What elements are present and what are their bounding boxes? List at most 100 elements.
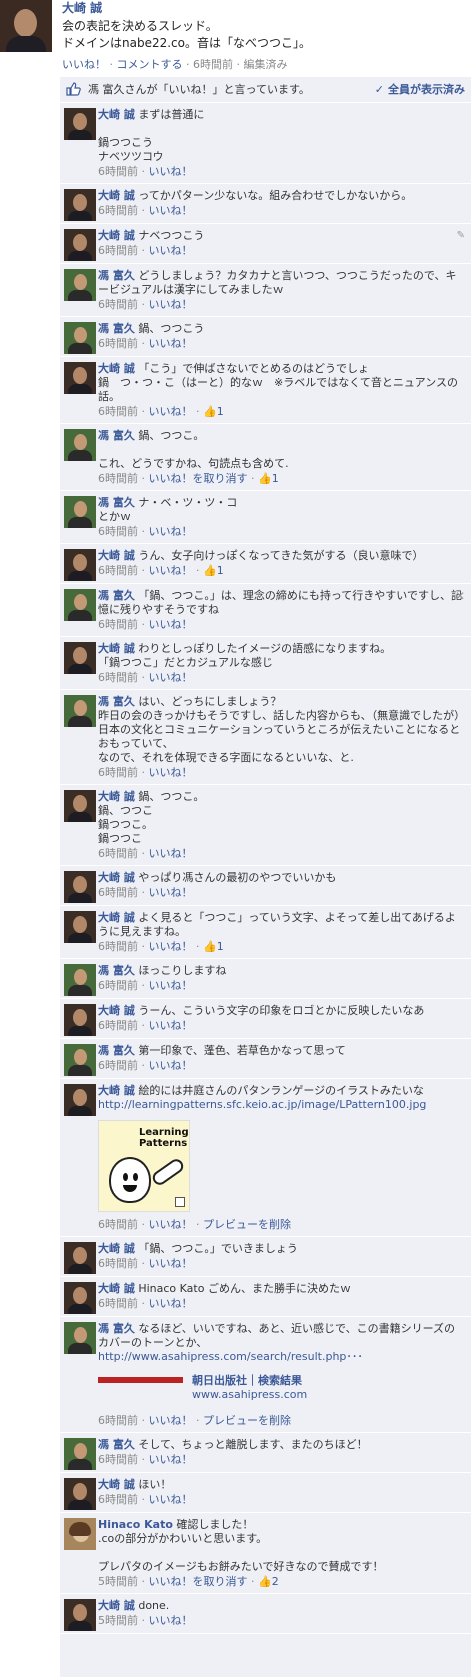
commenter-avatar[interactable] <box>64 549 96 581</box>
commenter-name[interactable]: 大崎 誠 <box>98 642 135 655</box>
post-time[interactable]: 6時間前 <box>193 58 233 71</box>
commenter-avatar[interactable] <box>64 322 96 354</box>
comment-url[interactable]: http://learningpatterns.sfc.keio.ac.jp/i… <box>98 1098 465 1112</box>
like-link[interactable]: いいね！ <box>149 1059 193 1072</box>
commenter-avatar[interactable] <box>64 1478 96 1510</box>
commenter-avatar[interactable] <box>64 362 96 394</box>
comment-time[interactable]: 5時間前 <box>98 1614 138 1627</box>
comment-time[interactable]: 6時間前 <box>98 472 138 485</box>
commenter-avatar[interactable] <box>64 1282 96 1314</box>
commenter-avatar[interactable] <box>64 1004 96 1036</box>
preview-domain[interactable]: www.asahipress.com <box>192 1388 307 1402</box>
post-like-link[interactable]: いいね！ <box>62 58 106 71</box>
like-link[interactable]: いいね！ <box>149 1453 193 1466</box>
comment-time[interactable]: 6時間前 <box>98 1019 138 1032</box>
seen-by-everyone[interactable]: ✓ 全員が表示済み <box>375 83 465 97</box>
commenter-name[interactable]: 大崎 誠 <box>98 790 135 803</box>
like-count[interactable]: 👍1 <box>203 564 224 577</box>
commenter-avatar[interactable] <box>64 1084 96 1116</box>
commenter-avatar[interactable] <box>64 790 96 822</box>
likes-text[interactable]: 馮 富久さんが「いいね！」と言っています。 <box>88 83 310 96</box>
comment-time[interactable]: 6時間前 <box>98 204 138 217</box>
link-preview-image[interactable]: Learning Patterns <box>98 1120 190 1212</box>
commenter-avatar[interactable] <box>64 642 96 674</box>
comment-time[interactable]: 6時間前 <box>98 618 138 631</box>
commenter-avatar[interactable] <box>64 1518 96 1550</box>
commenter-name[interactable]: 大崎 誠 <box>98 1282 135 1295</box>
commenter-name[interactable]: 馮 富久 <box>98 964 135 977</box>
comment-time[interactable]: 6時間前 <box>98 940 138 953</box>
commenter-name[interactable]: 大崎 誠 <box>98 871 135 884</box>
commenter-name[interactable]: 馮 富久 <box>98 589 135 602</box>
comment-time[interactable]: 6時間前 <box>98 1218 138 1231</box>
comment-time[interactable]: 6時間前 <box>98 298 138 311</box>
link-preview[interactable]: 朝日出版社｜検索結果 www.asahipress.com <box>98 1374 465 1404</box>
commenter-name[interactable]: 馮 富久 <box>98 269 135 282</box>
comment-time[interactable]: 6時間前 <box>98 979 138 992</box>
unlike-link[interactable]: いいね！を取り消す <box>149 1575 248 1588</box>
like-link[interactable]: いいね！ <box>149 165 193 178</box>
like-link[interactable]: いいね！ <box>149 298 193 311</box>
comment-time[interactable]: 6時間前 <box>98 564 138 577</box>
commenter-avatar[interactable] <box>64 1044 96 1076</box>
post-author-name[interactable]: 大崎 誠 <box>62 1 102 15</box>
preview-title[interactable]: 朝日出版社｜検索結果 <box>192 1374 302 1388</box>
like-link[interactable]: いいね！ <box>149 847 193 860</box>
post-edited[interactable]: 編集済み <box>244 58 288 71</box>
post-comment-link[interactable]: コメントする <box>117 58 183 71</box>
comment-time[interactable]: 6時間前 <box>98 1257 138 1270</box>
commenter-name[interactable]: 大崎 誠 <box>98 189 135 202</box>
commenter-name[interactable]: 馮 富久 <box>98 322 135 335</box>
remove-preview-link[interactable]: プレビューを削除 <box>203 1218 291 1231</box>
commenter-name[interactable]: 馮 富久 <box>98 695 135 708</box>
like-link[interactable]: いいね！ <box>149 525 193 538</box>
comment-time[interactable]: 6時間前 <box>98 165 138 178</box>
commenter-name[interactable]: 大崎 誠 <box>98 229 135 242</box>
commenter-avatar[interactable] <box>64 189 96 221</box>
like-count[interactable]: 👍1 <box>203 940 224 953</box>
commenter-avatar[interactable] <box>64 871 96 903</box>
commenter-avatar[interactable] <box>64 1599 96 1631</box>
author-avatar[interactable] <box>0 0 52 52</box>
commenter-name[interactable]: 馮 富久 <box>98 1322 135 1335</box>
close-icon[interactable]: ✕ <box>455 589 465 603</box>
commenter-name[interactable]: 馮 富久 <box>98 429 135 442</box>
commenter-avatar[interactable] <box>64 429 96 461</box>
commenter-name[interactable]: 馮 富久 <box>98 1438 135 1451</box>
comment-url[interactable]: http://www.asahipress.com/search/result.… <box>98 1350 465 1364</box>
comment-time[interactable]: 6時間前 <box>98 337 138 350</box>
commenter-name[interactable]: 大崎 誠 <box>98 911 135 924</box>
like-link[interactable]: いいね！ <box>149 671 193 684</box>
commenter-avatar[interactable] <box>64 911 96 943</box>
commenter-avatar[interactable] <box>64 496 96 528</box>
comment-time[interactable]: 6時間前 <box>98 1414 138 1427</box>
comment-time[interactable]: 6時間前 <box>98 525 138 538</box>
commenter-name[interactable]: 大崎 誠 <box>98 1599 135 1612</box>
commenter-name[interactable]: 大崎 誠 <box>98 1084 135 1097</box>
like-link[interactable]: いいね！ <box>149 1257 193 1270</box>
like-link[interactable]: いいね！ <box>149 940 193 953</box>
commenter-name[interactable]: 大崎 誠 <box>98 549 135 562</box>
commenter-name[interactable]: Hinaco Kato <box>98 1518 173 1531</box>
commenter-name[interactable]: 大崎 誠 <box>98 362 135 375</box>
commenter-avatar[interactable] <box>64 964 96 996</box>
like-link[interactable]: いいね！ <box>149 244 193 257</box>
like-link[interactable]: いいね！ <box>149 1614 193 1627</box>
comment-time[interactable]: 6時間前 <box>98 671 138 684</box>
commenter-name[interactable]: 大崎 誠 <box>98 1478 135 1491</box>
unlike-link[interactable]: いいね！を取り消す <box>149 472 248 485</box>
comment-time[interactable]: 6時間前 <box>98 1297 138 1310</box>
like-link[interactable]: いいね！ <box>149 337 193 350</box>
like-link[interactable]: いいね！ <box>149 618 193 631</box>
commenter-name[interactable]: 大崎 誠 <box>98 1242 135 1255</box>
like-link[interactable]: いいね！ <box>149 979 193 992</box>
commenter-avatar[interactable] <box>64 1322 96 1354</box>
like-link[interactable]: いいね！ <box>149 1218 193 1231</box>
commenter-avatar[interactable] <box>64 589 96 621</box>
comment-time[interactable]: 6時間前 <box>98 886 138 899</box>
commenter-avatar[interactable] <box>64 695 96 727</box>
commenter-avatar[interactable] <box>64 229 96 261</box>
like-count[interactable]: 👍1 <box>258 472 279 485</box>
like-link[interactable]: いいね！ <box>149 1493 193 1506</box>
commenter-name[interactable]: 馮 富久 <box>98 496 135 509</box>
